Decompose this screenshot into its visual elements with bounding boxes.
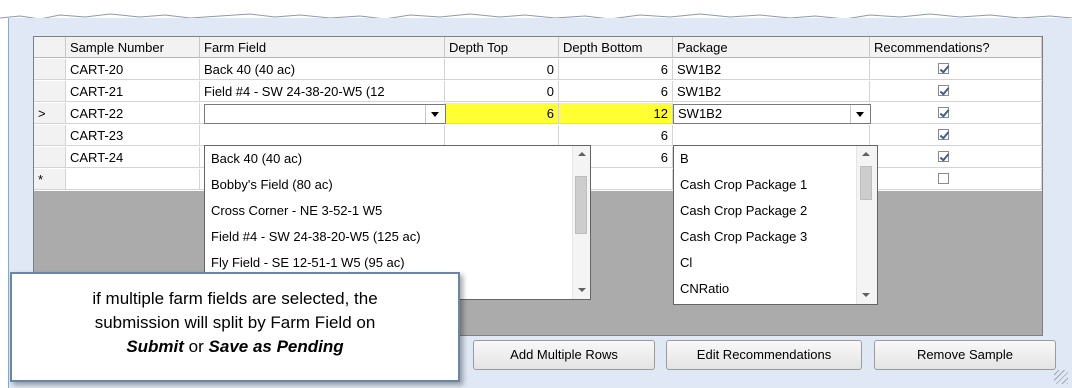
col-header-package[interactable]: Package xyxy=(673,37,870,58)
package-cell[interactable]: SW1B2 xyxy=(673,81,870,102)
row-header-corner xyxy=(34,37,66,58)
col-header-sample-number[interactable]: Sample Number xyxy=(66,37,200,58)
package-option[interactable]: Cash Crop Package 2 xyxy=(674,198,877,224)
col-header-recommendations[interactable]: Recommendations? xyxy=(870,37,1042,58)
depth-top-cell[interactable]: 0 xyxy=(445,59,559,80)
scroll-thumb[interactable] xyxy=(860,166,872,200)
info-callout: if multiple farm fields are selected, th… xyxy=(10,272,460,382)
scroll-thumb[interactable] xyxy=(575,176,587,234)
col-header-depth-bottom[interactable]: Depth Bottom xyxy=(559,37,673,58)
resize-grip-icon[interactable] xyxy=(1054,370,1068,384)
farm-field-option[interactable]: Field #4 - SW 24-38-20-W5 (125 ac) xyxy=(205,224,590,250)
package-cell[interactable]: SW1B2 xyxy=(673,59,870,80)
sample-number-cell[interactable]: CART-23 xyxy=(66,125,200,146)
package-option[interactable]: Cash Crop Package 1 xyxy=(674,172,877,198)
recommendations-checkbox[interactable] xyxy=(938,63,949,74)
recommendations-cell xyxy=(870,169,1042,190)
recommendations-cell xyxy=(870,147,1042,168)
row-indicator[interactable]: > xyxy=(34,103,66,124)
callout-line-2: submission will split by Farm Field on xyxy=(94,313,376,332)
sample-number-cell[interactable]: CART-21 xyxy=(66,81,200,102)
table-row[interactable]: CART-23 6 xyxy=(34,125,1042,147)
package-option[interactable]: Cl xyxy=(674,250,877,276)
depth-bottom-cell[interactable]: 6 xyxy=(559,59,673,80)
farm-field-option[interactable]: Cross Corner - NE 3-52-1 W5 xyxy=(205,198,590,224)
package-scrollbar[interactable] xyxy=(856,146,877,304)
farm-field-cell[interactable]: Field #4 - SW 24-38-20-W5 (12 xyxy=(200,81,445,102)
farm-field-cell[interactable]: Back 40 (40 ac) xyxy=(200,59,445,80)
farm-field-scrollbar[interactable] xyxy=(572,146,590,299)
depth-bottom-cell[interactable]: 6 xyxy=(559,81,673,102)
package-cell[interactable] xyxy=(673,125,870,146)
farm-field-option[interactable]: Bobby's Field (80 ac) xyxy=(205,172,590,198)
edit-recommendations-button[interactable]: Edit Recommendations xyxy=(666,340,862,370)
recommendations-checkbox[interactable] xyxy=(938,173,949,184)
scroll-up-icon[interactable] xyxy=(857,146,874,163)
recommendations-checkbox[interactable] xyxy=(938,151,949,162)
callout-or: or xyxy=(188,337,204,356)
recommendations-cell xyxy=(870,81,1042,102)
recommendations-cell xyxy=(870,103,1042,124)
recommendations-cell xyxy=(870,125,1042,146)
sample-number-cell[interactable]: CART-20 xyxy=(66,59,200,80)
package-option[interactable]: B xyxy=(674,146,877,172)
col-header-farm-field[interactable]: Farm Field xyxy=(200,37,445,58)
depth-top-cell[interactable] xyxy=(445,125,559,146)
grid-header-row: Sample Number Farm Field Depth Top Depth… xyxy=(34,37,1042,59)
row-indicator[interactable]: * xyxy=(34,169,66,190)
package-dropdown[interactable]: B Cash Crop Package 1 Cash Crop Package … xyxy=(673,145,878,305)
row-indicator[interactable] xyxy=(34,125,66,146)
row-indicator[interactable] xyxy=(34,59,66,80)
row-indicator[interactable] xyxy=(34,147,66,168)
callout-submit: Submit xyxy=(126,337,184,356)
col-header-depth-top[interactable]: Depth Top xyxy=(445,37,559,58)
recommendations-cell xyxy=(870,59,1042,80)
depth-top-cell[interactable]: 6 xyxy=(445,103,559,124)
farm-field-combo[interactable] xyxy=(204,104,446,124)
chevron-down-icon[interactable] xyxy=(850,105,870,123)
callout-save-pending: Save as Pending xyxy=(208,337,344,356)
callout-line-1: if multiple farm fields are selected, th… xyxy=(92,289,378,308)
table-row[interactable]: CART-20 Back 40 (40 ac) 0 6 SW1B2 xyxy=(34,59,1042,81)
scroll-up-icon[interactable] xyxy=(573,146,590,163)
sample-number-cell[interactable]: CART-24 xyxy=(66,147,200,168)
farm-field-cell[interactable] xyxy=(200,125,445,146)
recommendations-checkbox[interactable] xyxy=(938,85,949,96)
chevron-down-icon[interactable] xyxy=(425,105,445,123)
depth-top-cell[interactable]: 0 xyxy=(445,81,559,102)
recommendations-checkbox[interactable] xyxy=(938,129,949,140)
depth-bottom-cell[interactable]: 6 xyxy=(559,125,673,146)
table-row[interactable]: CART-21 Field #4 - SW 24-38-20-W5 (12 0 … xyxy=(34,81,1042,103)
farm-field-option[interactable]: Back 40 (40 ac) xyxy=(205,146,590,172)
package-option[interactable]: CNRatio xyxy=(674,276,877,302)
scroll-down-icon[interactable] xyxy=(857,287,874,304)
callout-line-3: Submit or Save as Pending xyxy=(12,335,458,359)
table-row-active[interactable]: > CART-22 6 12 xyxy=(34,103,1042,125)
package-option[interactable]: Cash Crop Package 3 xyxy=(674,224,877,250)
remove-sample-button[interactable]: Remove Sample xyxy=(874,340,1056,370)
recommendations-checkbox[interactable] xyxy=(938,107,949,118)
row-indicator[interactable] xyxy=(34,81,66,102)
package-combo-value: SW1B2 xyxy=(678,106,723,121)
scroll-down-icon[interactable] xyxy=(573,282,590,299)
depth-bottom-cell[interactable]: 12 xyxy=(559,103,673,124)
sample-number-cell[interactable]: CART-22 xyxy=(66,103,200,124)
add-multiple-rows-button[interactable]: Add Multiple Rows xyxy=(473,340,655,370)
package-combo[interactable]: SW1B2 xyxy=(673,104,871,124)
sample-number-cell[interactable] xyxy=(66,169,200,190)
